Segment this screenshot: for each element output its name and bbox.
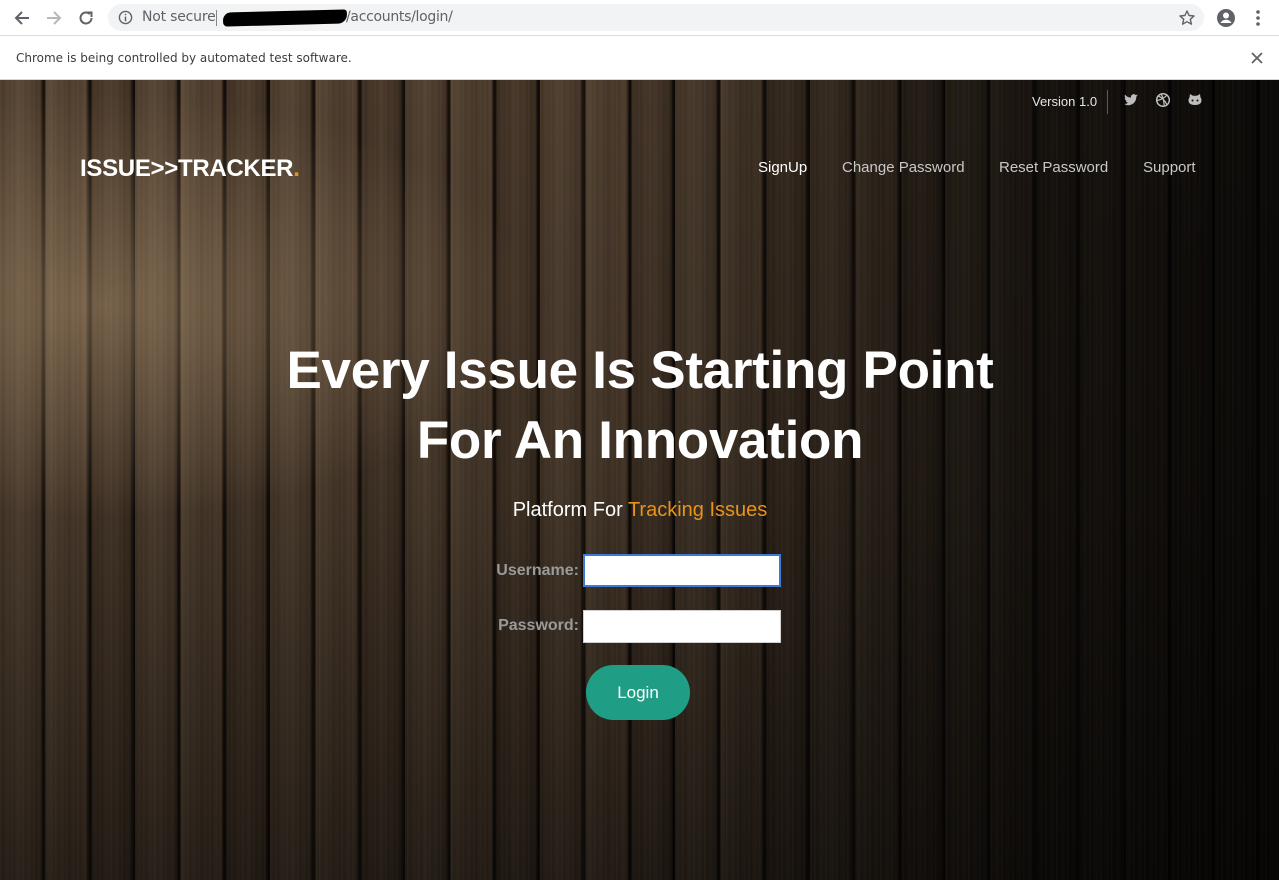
arrow-left-icon — [14, 11, 29, 25]
account-circle-icon — [1217, 9, 1235, 27]
address-bar[interactable]: Not secure /accounts/login/ — [108, 4, 1204, 31]
username-label: Username: — [496, 562, 579, 579]
password-input[interactable] — [583, 610, 781, 643]
more-vertical-icon — [1256, 10, 1260, 26]
back-button[interactable] — [10, 6, 34, 30]
tagline-accent: Tracking Issues — [627, 499, 768, 521]
site-logo[interactable]: ISSUE>>TRACKER. — [80, 155, 300, 183]
url-text[interactable]: /accounts/login/ — [346, 9, 453, 25]
info-icon[interactable] — [118, 10, 133, 25]
forward-button[interactable] — [42, 6, 66, 30]
password-label: Password: — [498, 617, 579, 634]
hero-headline-line2: For An Innovation — [416, 411, 864, 470]
logo-text: ISSUE>>TRACKER — [80, 155, 294, 182]
bookmark-star-icon[interactable] — [1178, 9, 1196, 27]
nav-signup[interactable]: SignUp — [758, 159, 807, 176]
topbar-divider — [1107, 90, 1108, 114]
login-button[interactable]: Login — [586, 665, 690, 720]
logo-dot: . — [293, 155, 300, 182]
username-input[interactable] — [583, 554, 781, 587]
profile-button[interactable] — [1214, 6, 1238, 30]
reload-icon — [79, 11, 93, 25]
github-icon[interactable] — [1187, 92, 1203, 108]
reload-button[interactable] — [74, 6, 98, 30]
nav-change-password[interactable]: Change Password — [842, 159, 965, 176]
dribbble-icon[interactable] — [1155, 92, 1171, 108]
tagline-prefix: Platform For — [512, 499, 623, 521]
infobar-message: Chrome is being controlled by automated … — [16, 51, 352, 65]
nav-support[interactable]: Support — [1143, 159, 1196, 176]
security-status[interactable]: Not secure — [142, 9, 216, 25]
close-icon[interactable] — [1249, 50, 1265, 66]
hero-headline-line1: Every Issue Is Starting Point — [286, 341, 994, 400]
address-separator — [216, 10, 217, 26]
version-label: Version 1.0 — [1032, 94, 1098, 109]
nav-reset-password[interactable]: Reset Password — [999, 159, 1108, 176]
tagline: Platform For Tracking Issues — [340, 499, 940, 522]
arrow-right-icon — [47, 11, 62, 25]
browser-toolbar: Not secure /accounts/login/ — [0, 0, 1279, 36]
redacted-host — [222, 9, 348, 27]
login-page: Version 1.0 ISSUE>>TRACKER. SignUp Chang… — [0, 80, 1279, 880]
twitter-icon[interactable] — [1123, 92, 1139, 108]
automation-infobar: Chrome is being controlled by automated … — [0, 36, 1279, 80]
browser-menu-button[interactable] — [1246, 6, 1270, 30]
